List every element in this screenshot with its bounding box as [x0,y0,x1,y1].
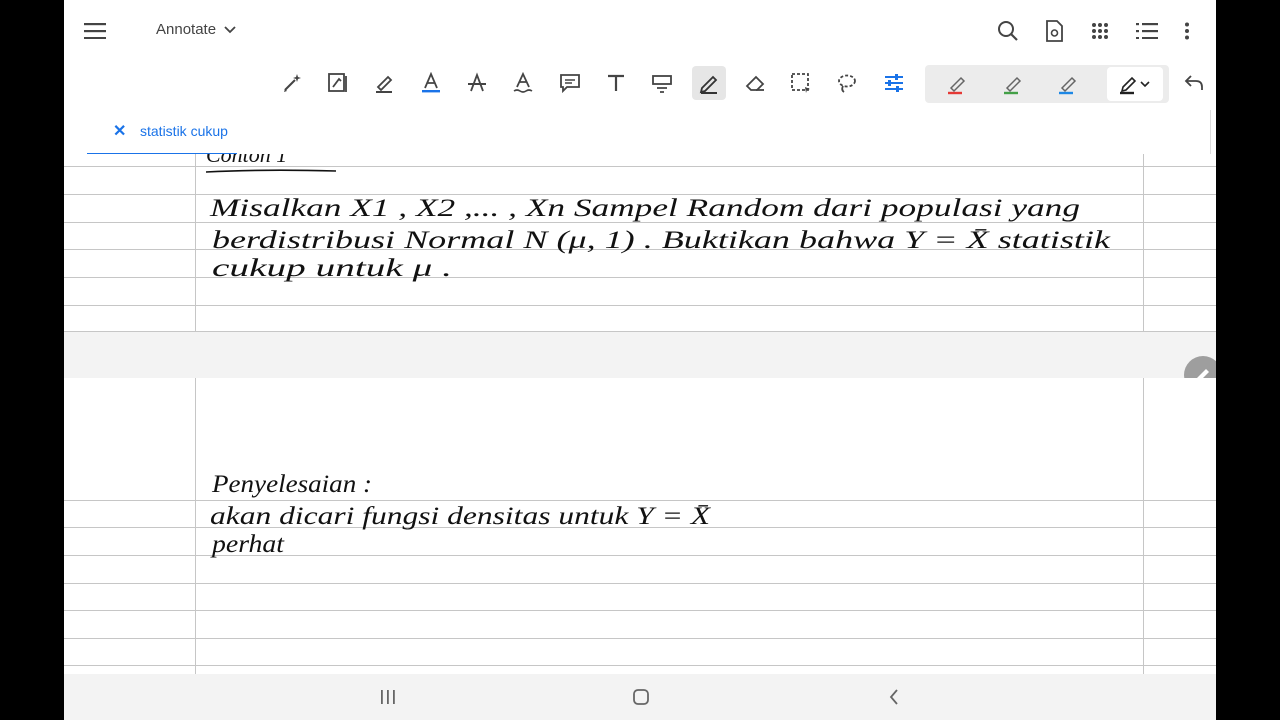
notebook-page-1[interactable]: Contoh 1 Misalkan X1 , X2 ,... , Xn Samp… [64,154,1216,332]
list-icon[interactable] [1127,11,1167,51]
settings-sliders-icon[interactable] [877,66,911,100]
more-vert-icon[interactable] [1167,11,1207,51]
annotation-toolbar [64,62,1216,108]
text-tool-icon[interactable] [599,66,633,100]
back-icon[interactable] [874,682,914,712]
handwriting-ink: Contoh 1 Misalkan X1 , X2 ,... , Xn Samp… [205,154,1111,282]
top-app-bar: Annotate [64,0,1216,62]
highlighter-icon[interactable] [367,66,401,100]
undo-icon[interactable] [1177,66,1211,100]
magic-pen-icon[interactable] [275,66,309,100]
home-icon[interactable] [621,682,661,712]
close-icon[interactable]: ✕ [113,121,126,141]
text-color-icon[interactable] [414,66,448,100]
comment-icon[interactable] [553,66,587,100]
mode-dropdown[interactable]: Annotate [156,21,236,38]
green-pen-icon[interactable] [994,67,1032,101]
apps-grid-icon[interactable] [1080,11,1120,51]
black-pen-icon[interactable] [1107,67,1163,101]
lasso-icon[interactable] [830,66,864,100]
red-pen-icon[interactable] [938,67,976,101]
menu-icon[interactable] [75,11,115,51]
pen-icon[interactable] [692,66,726,100]
tab-title: statistik cukup [140,123,228,139]
notebook-page-2[interactable]: Penyelesaian : akan dicari fungsi densit… [64,378,1216,674]
solution-heading: Penyelesaian : [211,471,372,498]
chevron-down-icon [224,25,236,33]
eraser-icon[interactable] [738,66,772,100]
pen-presets [925,65,1169,103]
heading-text: Contoh 1 [206,154,287,167]
tab-statistik-cukup[interactable]: ✕ statistik cukup [87,108,237,155]
recent-apps-icon[interactable] [368,682,408,712]
selection-icon[interactable] [784,66,818,100]
solution-line-1: akan dicari fungsi densitas untuk Y = X̄ [210,503,712,530]
image-edit-icon[interactable] [321,66,355,100]
app-screen: Annotate ✕ statistik cukup Contoh 1 Misa… [64,0,1216,720]
problem-line-2: berdistribusi Normal N (μ, 1) . Buktikan… [212,227,1111,254]
text-box-icon[interactable] [645,66,679,100]
problem-line-1: Misalkan X1 , X2 ,... , Xn Sampel Random… [209,195,1080,222]
blue-pen-icon[interactable] [1049,67,1087,101]
strikethrough-icon[interactable] [460,66,494,100]
system-nav-bar [64,674,1216,720]
document-tab-bar: ✕ statistik cukup [64,108,1216,155]
bookmark-settings-icon[interactable] [1034,11,1074,51]
problem-line-3: cukup untuk μ . [212,255,452,282]
search-icon[interactable] [988,11,1028,51]
mode-label: Annotate [156,21,217,38]
underline-icon[interactable] [506,66,540,100]
handwriting-ink-2: Penyelesaian : akan dicari fungsi densit… [210,471,712,558]
solution-line-2: perhat [210,531,285,558]
